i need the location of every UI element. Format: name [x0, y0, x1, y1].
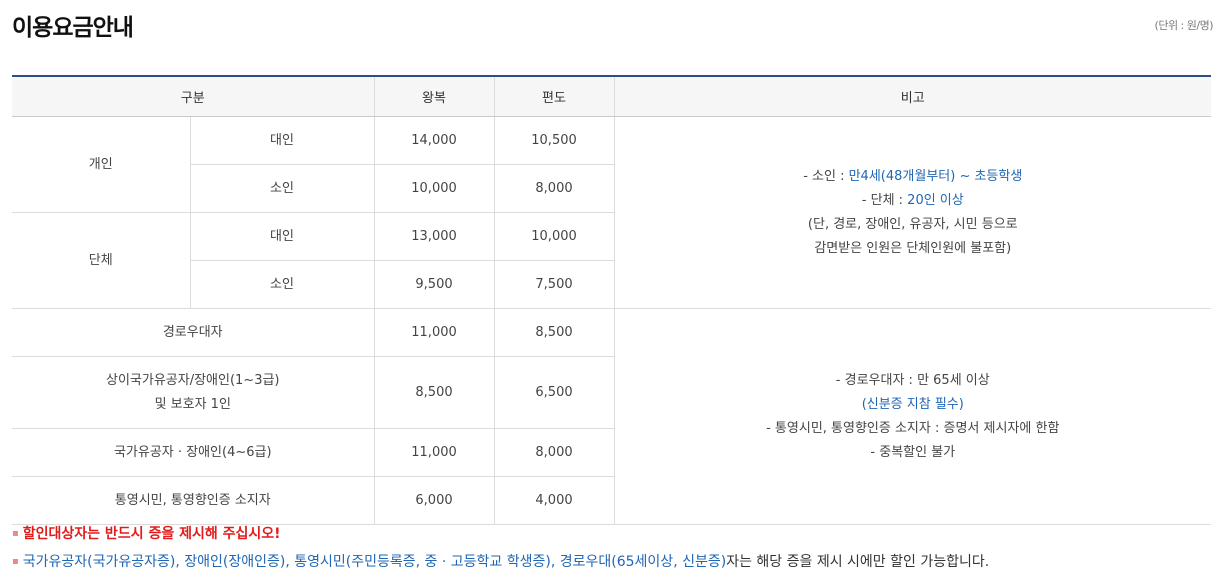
oneway-fare: 8,000 [494, 164, 615, 213]
note-eligible-list: 국가유공자(국가유공자증), 장애인(장애인증), 통영시민(주민등록증, 중 … [22, 554, 727, 570]
note-eligible: ▪ 국가유공자(국가유공자증), 장애인(장애인증), 통영시민(주민등록증, 중… [12, 548, 989, 576]
header-remarks: 비고 [614, 76, 1212, 117]
note-warning-text: 할인대상자는 반드시 증을 제시해 주십시오! [22, 526, 281, 542]
fee-table: 구분 왕복 편도 비고 개인 대인 14,000 10,500 - 소인 : 만… [12, 75, 1212, 525]
header-category: 구분 [12, 76, 375, 117]
roundtrip-fare: 14,000 [374, 116, 495, 165]
table-row: 경로우대자 11,000 8,500 - 경로우대자 : 만 65세 이상 (신… [12, 308, 1212, 525]
note-warning: ▪ 할인대상자는 반드시 증을 제시해 주십시오! [12, 520, 989, 548]
roundtrip-fare: 13,000 [374, 212, 495, 261]
remark-line-3: (단, 경로, 장애인, 유공자, 시민 등으로 [807, 216, 1018, 232]
roundtrip-fare: 8,500 [374, 356, 495, 429]
oneway-fare: 8,500 [494, 308, 615, 357]
header-oneway: 편도 [494, 76, 615, 117]
group-organization: 단체 [12, 212, 191, 309]
group-individual: 개인 [12, 116, 191, 213]
table-row: 개인 대인 14,000 10,500 - 소인 : 만4세(48개월부터) ~… [12, 116, 1212, 309]
sub-child: 소인 [190, 260, 375, 309]
remark-senior: - 경로우대자 : 만 65세 이상 [835, 372, 990, 388]
roundtrip-fare: 9,500 [374, 260, 495, 309]
category-veteran-disabled: 국가유공자 · 장애인(4~6급) [12, 428, 375, 477]
remark-no-duplicate: - 중복할인 불가 [870, 444, 956, 460]
oneway-fare: 10,000 [494, 212, 615, 261]
sub-adult: 대인 [190, 116, 375, 165]
oneway-fare: 10,500 [494, 116, 615, 165]
remark-child-value: 만4세(48개월부터) ~ 초등학생 [848, 168, 1023, 184]
roundtrip-fare: 10,000 [374, 164, 495, 213]
table-header-row: 구분 왕복 편도 비고 [12, 76, 1212, 117]
oneway-fare: 8,000 [494, 428, 615, 477]
sub-child: 소인 [190, 164, 375, 213]
remark-citizen: - 통영시민, 통영향인증 소지자 : 증명서 제시자에 한함 [766, 420, 1060, 436]
category-senior: 경로우대자 [12, 308, 375, 357]
oneway-fare: 6,500 [494, 356, 615, 429]
header-roundtrip: 왕복 [374, 76, 495, 117]
remarks-general: - 소인 : 만4세(48개월부터) ~ 초등학생 - 단체 : 20인 이상 … [614, 116, 1212, 309]
category-citizen: 통영시민, 통영향인증 소지자 [12, 476, 375, 525]
roundtrip-fare: 11,000 [374, 308, 495, 357]
unit-label: (단위 : 원/명) [1154, 19, 1214, 32]
bullet-icon: ▪ [12, 556, 19, 567]
oneway-fare: 7,500 [494, 260, 615, 309]
notes-section: ▪ 할인대상자는 반드시 증을 제시해 주십시오! ▪ 국가유공자(국가유공자증),… [12, 520, 989, 576]
remark-child-prefix: - 소인 : [803, 168, 849, 184]
note-eligible-condition: 자는 해당 증을 제시 시에만 할인 가능합니다. [726, 554, 990, 570]
page-title: 이용요금안내 [12, 15, 134, 41]
bullet-icon: ▪ [12, 528, 19, 539]
remarks-discount: - 경로우대자 : 만 65세 이상 (신분증 지참 필수) - 통영시민, 통… [614, 308, 1212, 525]
roundtrip-fare: 6,000 [374, 476, 495, 525]
sub-adult: 대인 [190, 212, 375, 261]
category-label-line2: 및 보호자 1인 [154, 396, 231, 412]
remark-group-prefix: - 단체 : [861, 192, 908, 208]
oneway-fare: 4,000 [494, 476, 615, 525]
roundtrip-fare: 11,000 [374, 428, 495, 477]
category-label-line1: 상이국가유공자/장애인(1~3급) [105, 372, 280, 388]
remark-id-required: (신분증 지참 필수) [861, 396, 964, 412]
remark-group-value: 20인 이상 [907, 192, 964, 208]
remark-line-4: 감면받은 인원은 단체인원에 불포함) [814, 240, 1012, 256]
category-disabled-veteran: 상이국가유공자/장애인(1~3급) 및 보호자 1인 [12, 356, 375, 429]
